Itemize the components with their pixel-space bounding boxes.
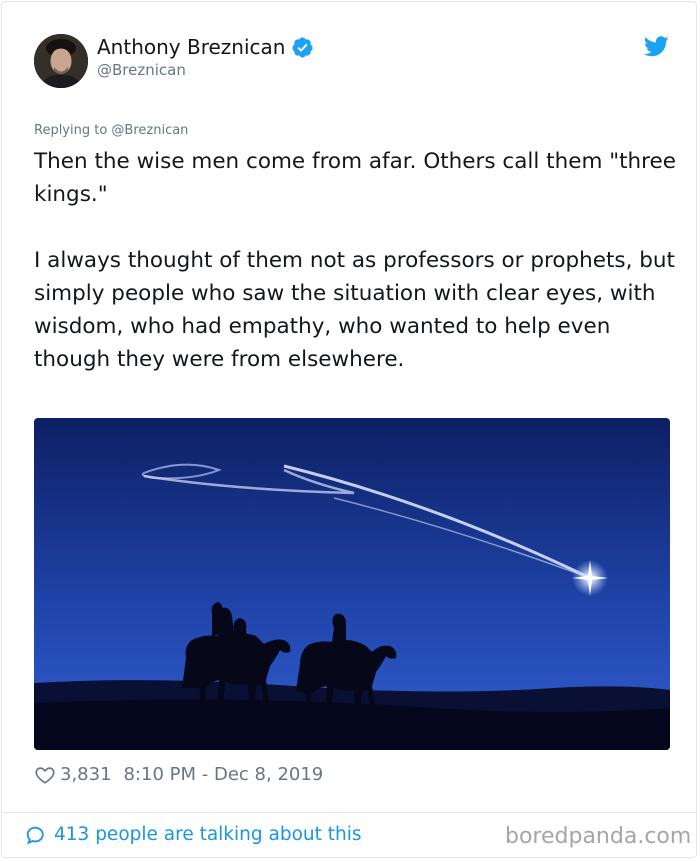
tweet-meta: 3,831 8:10 PM - Dec 8, 2019 [34,762,323,788]
tweet-card: Anthony Breznican @Breznican Replying to… [1,1,697,858]
watermark: boredpanda.com [505,824,692,849]
replying-to-label[interactable]: Replying to @Breznican [34,122,188,140]
tweet-text: Then the wise men come from afar. Others… [34,145,682,376]
author-name[interactable]: Anthony Breznican [97,34,314,60]
tweet-paragraph-1: Then the wise men come from afar. Others… [34,149,677,207]
twitter-bird-icon[interactable] [644,36,669,57]
avatar[interactable] [34,34,88,88]
tweet-timestamp[interactable]: 8:10 PM - Dec 8, 2019 [124,762,324,788]
author-handle[interactable]: @Breznican [97,60,186,80]
tweet-image[interactable] [34,418,670,750]
heart-outline-icon[interactable] [34,764,56,786]
like-count[interactable]: 3,831 [60,762,112,788]
tweet-paragraph-2: I always thought of them not as professo… [34,248,675,372]
card-divider [1,812,697,813]
speech-bubble-icon [26,826,44,845]
talking-count-text[interactable]: 413 people are talking about this [54,822,362,848]
conversation-link[interactable]: 413 people are talking about this [24,822,362,848]
author-name-text[interactable]: Anthony Breznican [97,34,285,60]
verified-badge-icon [292,36,314,58]
